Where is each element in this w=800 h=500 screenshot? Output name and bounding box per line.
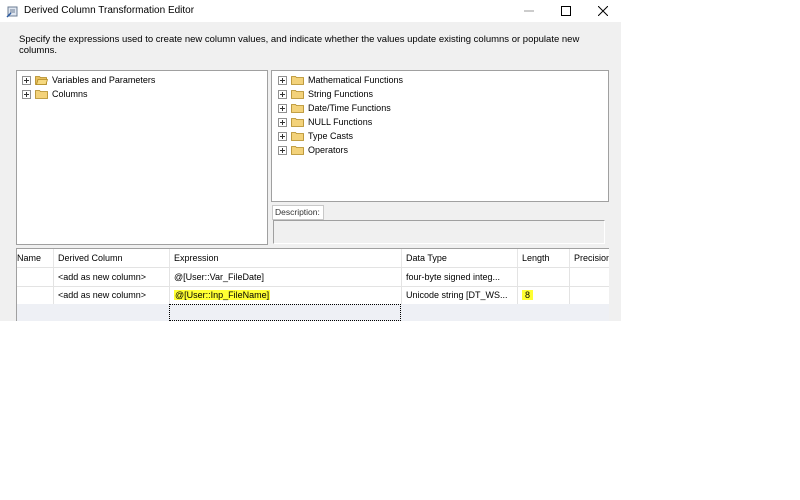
expand-icon[interactable] xyxy=(22,89,31,99)
folder-icon xyxy=(35,90,48,99)
title-bar[interactable]: Derived Column Transformation Editor xyxy=(0,0,621,22)
folder-open-icon xyxy=(35,76,48,85)
cell-length[interactable] xyxy=(518,268,570,286)
tree-item-null-functions[interactable]: NULL Functions xyxy=(278,115,372,129)
tree-item-label: String Functions xyxy=(308,89,374,99)
functions-tree[interactable]: Mathematical Functions String Functions … xyxy=(271,70,609,202)
expand-icon[interactable] xyxy=(278,117,287,127)
highlighted-expression: @[User::Inp_FileName] xyxy=(174,290,271,300)
cell-expression[interactable]: @[User::Inp_FileName] xyxy=(170,286,402,304)
cell-precision[interactable] xyxy=(570,286,609,304)
header-length[interactable]: Length xyxy=(518,249,570,267)
tree-item-label: Columns xyxy=(52,89,88,99)
folder-icon xyxy=(291,76,304,85)
cell-derived-column[interactable]: <add as new column> xyxy=(54,268,170,286)
description-label: Description: xyxy=(272,205,324,220)
tree-item-type-casts[interactable]: Type Casts xyxy=(278,129,353,143)
tree-item-label: Type Casts xyxy=(308,131,354,141)
minimize-button[interactable] xyxy=(510,0,547,22)
editor-description: Specify the expressions used to create n… xyxy=(19,34,580,56)
expand-icon[interactable] xyxy=(278,89,287,99)
expand-icon[interactable] xyxy=(278,103,287,113)
table-row[interactable]: <add as new column> @[User::Inp_FileName… xyxy=(17,286,609,305)
window-title: Derived Column Transformation Editor xyxy=(24,5,195,16)
cell-data-type[interactable]: four-byte signed integ... xyxy=(402,268,518,286)
tree-item-label: NULL Functions xyxy=(308,117,373,127)
cell-name[interactable] xyxy=(17,268,54,286)
tree-item-label: Date/Time Functions xyxy=(308,103,391,113)
derived-column-editor-window: Derived Column Transformation Editor Spe… xyxy=(0,0,621,321)
cell-precision[interactable] xyxy=(570,268,609,286)
tree-item-columns[interactable]: Columns xyxy=(22,87,88,101)
tree-item-label: Variables and Parameters xyxy=(52,75,156,85)
header-expression[interactable]: Expression xyxy=(170,249,402,267)
tree-item-label: Mathematical Functions xyxy=(308,75,404,85)
header-name[interactable]: Name xyxy=(17,249,54,267)
expand-icon[interactable] xyxy=(278,145,287,155)
minimize-icon xyxy=(523,10,534,12)
header-data-type[interactable]: Data Type xyxy=(402,249,518,267)
derived-column-grid[interactable]: Name Derived Column Expression Data Type… xyxy=(16,248,609,321)
tree-item-operators[interactable]: Operators xyxy=(278,143,348,157)
expand-icon[interactable] xyxy=(22,75,31,85)
folder-icon xyxy=(291,132,304,141)
folder-icon xyxy=(291,146,304,155)
expand-icon[interactable] xyxy=(278,131,287,141)
header-derived-column[interactable]: Derived Column xyxy=(54,249,170,267)
cell-data-type[interactable]: Unicode string [DT_WS... xyxy=(402,286,518,304)
header-precision[interactable]: Precision xyxy=(570,249,609,267)
highlighted-length: 8 xyxy=(522,290,534,300)
description-box xyxy=(273,220,605,244)
folder-icon xyxy=(291,104,304,113)
table-row[interactable]: <add as new column> @[User::Var_FileDate… xyxy=(17,268,609,287)
folder-icon xyxy=(291,90,304,99)
tree-item-string-functions[interactable]: String Functions xyxy=(278,87,373,101)
variables-columns-tree[interactable]: Variables and Parameters Columns xyxy=(16,70,268,245)
cell-length[interactable]: 8 xyxy=(518,286,570,304)
tree-item-label: Operators xyxy=(308,145,349,155)
expand-icon[interactable] xyxy=(278,75,287,85)
app-icon xyxy=(6,6,18,18)
tree-item-date-time-functions[interactable]: Date/Time Functions xyxy=(278,101,391,115)
tree-item-mathematical-functions[interactable]: Mathematical Functions xyxy=(278,73,403,87)
folder-icon xyxy=(291,118,304,127)
close-button[interactable] xyxy=(584,0,621,22)
maximize-button[interactable] xyxy=(547,0,584,22)
cell-name[interactable] xyxy=(17,286,54,304)
grid-header-row: Name Derived Column Expression Data Type… xyxy=(17,249,609,268)
cell-expression[interactable]: @[User::Var_FileDate] xyxy=(170,268,402,286)
tree-item-variables[interactable]: Variables and Parameters xyxy=(22,73,155,87)
maximize-icon xyxy=(560,6,571,16)
focused-expression-cell[interactable] xyxy=(169,304,401,321)
cell-derived-column[interactable]: <add as new column> xyxy=(54,286,170,304)
close-icon xyxy=(597,6,608,16)
